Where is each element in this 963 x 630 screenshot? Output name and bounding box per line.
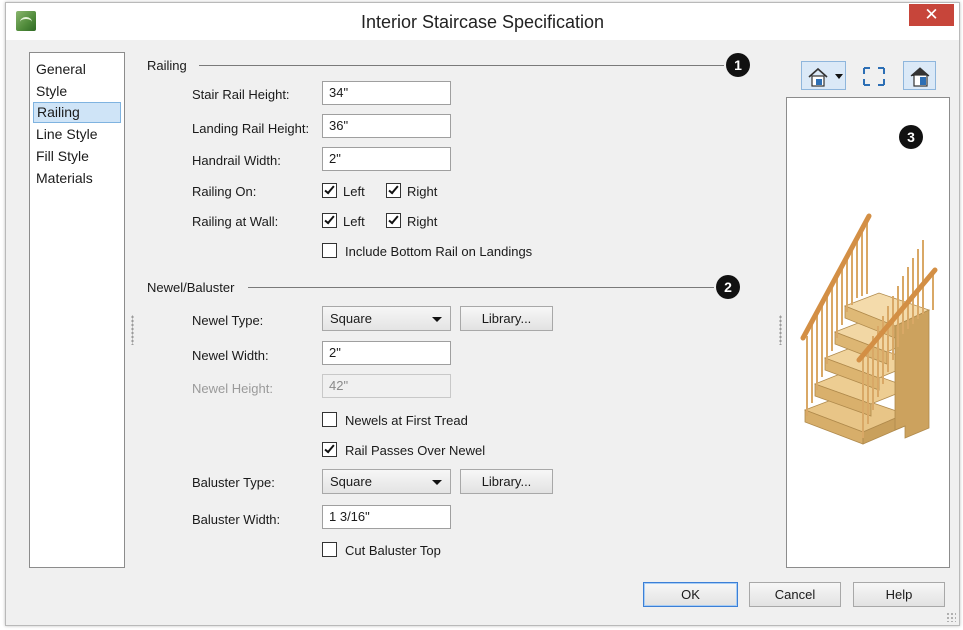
chevron-down-icon bbox=[432, 480, 442, 485]
rail-passes-over-checkbox[interactable] bbox=[322, 442, 337, 457]
bottom-rail-label[interactable]: Include Bottom Rail on Landings bbox=[345, 244, 532, 259]
nav-item-general[interactable]: General bbox=[33, 59, 121, 80]
cancel-button[interactable]: Cancel bbox=[749, 582, 841, 607]
railing-at-wall-right-checkbox[interactable] bbox=[386, 213, 401, 228]
newel-height-label: Newel Height: bbox=[192, 381, 273, 396]
newels-first-tread-label[interactable]: Newels at First Tread bbox=[345, 413, 468, 428]
right-splitter-grip[interactable] bbox=[779, 315, 782, 345]
baluster-library-button[interactable]: Library... bbox=[460, 469, 553, 494]
landing-rail-height-label: Landing Rail Height: bbox=[192, 121, 310, 136]
railing-divider bbox=[199, 65, 724, 66]
railing-at-wall-label: Railing at Wall: bbox=[192, 214, 279, 229]
preview-pane[interactable]: 3 bbox=[786, 97, 950, 568]
checkmark-icon bbox=[388, 213, 399, 225]
title-bar: Interior Staircase Specification ✕ bbox=[6, 3, 959, 40]
handrail-width-label: Handrail Width: bbox=[192, 153, 281, 168]
baluster-type-select[interactable]: Square bbox=[322, 469, 451, 494]
bottom-rail-checkbox[interactable] bbox=[322, 243, 337, 258]
nav-item-materials[interactable]: Materials bbox=[33, 168, 121, 189]
view-mode-icon bbox=[808, 67, 843, 87]
railing-at-wall-left-label[interactable]: Left bbox=[343, 214, 365, 229]
baluster-width-input[interactable]: 1 3/16" bbox=[322, 505, 451, 529]
display-options-button[interactable] bbox=[903, 61, 936, 90]
newel-width-label: Newel Width: bbox=[192, 348, 269, 363]
checkmark-icon bbox=[324, 183, 335, 195]
newels-first-tread-checkbox[interactable] bbox=[322, 412, 337, 427]
nav-item-style[interactable]: Style bbox=[33, 81, 121, 102]
newel-width-input[interactable]: 2" bbox=[322, 341, 451, 365]
nav-item-railing[interactable]: Railing bbox=[33, 102, 121, 123]
newel-type-value: Square bbox=[330, 311, 372, 326]
view-mode-button[interactable] bbox=[801, 61, 846, 90]
railing-on-left-label[interactable]: Left bbox=[343, 184, 365, 199]
category-list[interactable]: General Style Railing Line Style Fill St… bbox=[29, 52, 125, 568]
nav-item-fill-style[interactable]: Fill Style bbox=[33, 146, 121, 167]
ok-button[interactable]: OK bbox=[643, 582, 738, 607]
callout-2: 2 bbox=[716, 275, 740, 299]
stair-rail-height-label: Stair Rail Height: bbox=[192, 87, 290, 102]
checkmark-icon bbox=[324, 442, 335, 454]
railing-on-right-label[interactable]: Right bbox=[407, 184, 437, 199]
stair-rail-height-input[interactable]: 34" bbox=[322, 81, 451, 105]
railing-section-label: Railing bbox=[147, 58, 187, 73]
cut-baluster-top-label[interactable]: Cut Baluster Top bbox=[345, 543, 441, 558]
railing-on-right-checkbox[interactable] bbox=[386, 183, 401, 198]
railing-on-left-checkbox[interactable] bbox=[322, 183, 337, 198]
fill-window-icon bbox=[863, 67, 885, 86]
newel-library-button[interactable]: Library... bbox=[460, 306, 553, 331]
dialog-window: Interior Staircase Specification ✕ Gener… bbox=[5, 2, 960, 626]
left-splitter-grip[interactable] bbox=[131, 315, 134, 345]
baluster-type-label: Baluster Type: bbox=[192, 475, 275, 490]
newel-divider bbox=[248, 287, 714, 288]
newel-type-select[interactable]: Square bbox=[322, 306, 451, 331]
resize-grip[interactable] bbox=[946, 612, 956, 622]
chevron-down-icon bbox=[432, 317, 442, 322]
fill-window-button[interactable] bbox=[857, 61, 889, 90]
newel-height-input: 42" bbox=[322, 374, 451, 398]
callout-1: 1 bbox=[726, 53, 750, 77]
checkmark-icon bbox=[388, 183, 399, 195]
display-options-icon bbox=[910, 67, 930, 87]
landing-rail-height-input[interactable]: 36" bbox=[322, 114, 451, 138]
newel-type-label: Newel Type: bbox=[192, 313, 264, 328]
railing-at-wall-left-checkbox[interactable] bbox=[322, 213, 337, 228]
help-button[interactable]: Help bbox=[853, 582, 945, 607]
railing-on-label: Railing On: bbox=[192, 184, 257, 199]
checkmark-icon bbox=[324, 213, 335, 225]
handrail-width-input[interactable]: 2" bbox=[322, 147, 451, 171]
window-title: Interior Staircase Specification bbox=[360, 12, 605, 32]
cut-baluster-top-checkbox[interactable] bbox=[322, 542, 337, 557]
rail-passes-over-label[interactable]: Rail Passes Over Newel bbox=[345, 443, 485, 458]
baluster-type-value: Square bbox=[330, 474, 372, 489]
newel-section-label: Newel/Baluster bbox=[147, 280, 235, 295]
close-button[interactable]: ✕ bbox=[909, 4, 954, 26]
railing-at-wall-right-label[interactable]: Right bbox=[407, 214, 437, 229]
nav-item-line-style[interactable]: Line Style bbox=[33, 124, 121, 145]
staircase-3d-preview bbox=[800, 213, 938, 445]
baluster-width-label: Baluster Width: bbox=[192, 512, 281, 527]
